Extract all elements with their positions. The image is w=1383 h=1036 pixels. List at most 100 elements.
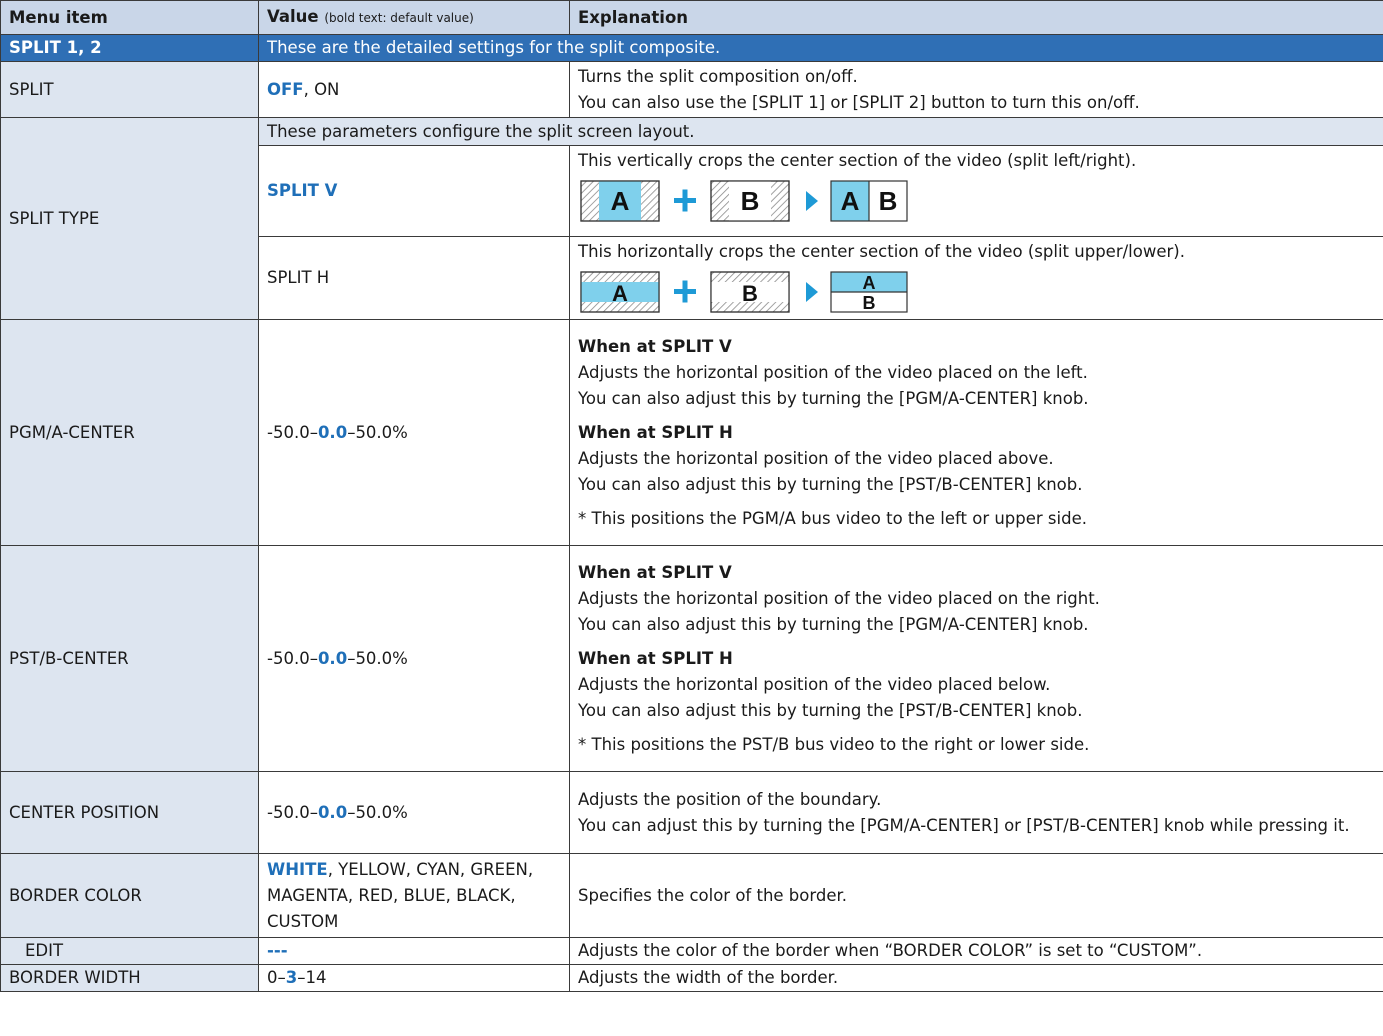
- explanation-split-v: This vertically crops the center section…: [569, 145, 1383, 237]
- default-value: 0.0: [317, 422, 348, 442]
- label-a: A: [611, 186, 630, 216]
- explanation-line: Adjusts the horizontal position of the v…: [578, 362, 1088, 382]
- explanation-line: You can also adjust this by turning the …: [578, 614, 1089, 634]
- value-split: OFF, ON: [258, 61, 570, 118]
- table-row: SPLIT TYPE These parameters configure th…: [0, 117, 1383, 320]
- label-b: B: [879, 186, 898, 216]
- explanation-line: Turns the split composition on/off.: [578, 66, 858, 86]
- explanation-split: Turns the split composition on/off. You …: [569, 61, 1383, 118]
- header-explanation: Explanation: [569, 0, 1383, 35]
- default-value: ---: [267, 941, 288, 960]
- value-center-position: -50.0–0.0–50.0%: [258, 771, 570, 854]
- value-max: –50.0%: [347, 802, 408, 822]
- table-row: CENTER POSITION -50.0–0.0–50.0% Adjusts …: [0, 771, 1383, 854]
- explanation-line: You can also use the [SPLIT 1] or [SPLIT…: [578, 92, 1140, 112]
- split-type-note: These parameters configure the split scr…: [258, 117, 1383, 146]
- explanation-line: You can also adjust this by turning the …: [578, 474, 1083, 494]
- value-min: 0–: [267, 968, 286, 987]
- table-row: EDIT --- Adjusts the color of the border…: [0, 937, 1383, 965]
- value-border-width: 0–3–14: [258, 964, 570, 992]
- settings-table: Menu item Value (bold text: default valu…: [0, 0, 1383, 992]
- value-border-color: WHITE, YELLOW, CYAN, GREEN, MAGENTA, RED…: [258, 853, 570, 938]
- arrow-right-icon: [806, 191, 818, 211]
- explanation-note: * This positions the PGM/A bus video to …: [578, 508, 1087, 528]
- split-v-diagram: A B A B: [580, 180, 1375, 222]
- explanation-border-width: Adjusts the width of the border.: [569, 964, 1383, 992]
- table-row: PST/B-CENTER -50.0–0.0–50.0% When at SPL…: [0, 545, 1383, 772]
- explanation-heading: When at SPLIT H: [578, 648, 733, 668]
- value-min: -50.0–: [267, 422, 318, 442]
- value-pgm-a-center: -50.0–0.0–50.0%: [258, 319, 570, 546]
- value-max: –50.0%: [347, 648, 408, 668]
- section-description: These are the detailed settings for the …: [258, 34, 1383, 62]
- label-b: B: [741, 186, 760, 216]
- label-a: A: [841, 186, 860, 216]
- menu-item-border-width: BORDER WIDTH: [0, 964, 259, 992]
- menu-item-split-type: SPLIT TYPE: [0, 117, 259, 320]
- label-b: B: [742, 281, 758, 306]
- default-value: OFF: [267, 79, 304, 99]
- value-max: –14: [297, 968, 327, 987]
- menu-item-center-position: CENTER POSITION: [0, 771, 259, 854]
- default-value: WHITE: [267, 859, 328, 879]
- value-split-v: SPLIT V: [258, 145, 570, 237]
- label-a: A: [863, 273, 876, 293]
- menu-item-pgm-a-center: PGM/A-CENTER: [0, 319, 259, 546]
- explanation-pgm-a-center: When at SPLIT V Adjusts the horizontal p…: [569, 319, 1383, 546]
- label-a: A: [612, 281, 628, 306]
- section-name: SPLIT 1, 2: [0, 34, 259, 62]
- table-row: BORDER COLOR WHITE, YELLOW, CYAN, GREEN,…: [0, 853, 1383, 938]
- header-value: Value (bold text: default value): [258, 0, 570, 35]
- explanation-line: Adjusts the horizontal position of the v…: [578, 588, 1100, 608]
- default-value: 0.0: [317, 648, 348, 668]
- table-row: BORDER WIDTH 0–3–14 Adjusts the width of…: [0, 964, 1383, 992]
- menu-item-edit: EDIT: [0, 937, 259, 965]
- explanation-line: Adjusts the horizontal position of the v…: [578, 448, 1054, 468]
- value-min: -50.0–: [267, 802, 318, 822]
- explanation-line: You can also adjust this by turning the …: [578, 388, 1089, 408]
- explanation-note: * This positions the PST/B bus video to …: [578, 734, 1090, 754]
- value-split-h: SPLIT H: [258, 236, 570, 320]
- plus-icon: [674, 280, 696, 303]
- plus-icon: [674, 189, 696, 212]
- default-value: SPLIT V: [267, 181, 338, 200]
- explanation-line: Adjusts the position of the boundary.: [578, 789, 882, 809]
- header-value-label: Value: [267, 7, 319, 26]
- explanation-split-h: This horizontally crops the center secti…: [569, 236, 1383, 320]
- explanation-border-color: Specifies the color of the border.: [569, 853, 1383, 938]
- value-max: –50.0%: [347, 422, 408, 442]
- table-row: PGM/A-CENTER -50.0–0.0–50.0% When at SPL…: [0, 319, 1383, 546]
- explanation-line: You can adjust this by turning the [PGM/…: [578, 815, 1350, 835]
- header-menu-item: Menu item: [0, 0, 259, 35]
- value-options: , ON: [303, 79, 340, 99]
- source-a-box: A: [580, 271, 660, 313]
- arrow-right-icon: [806, 282, 818, 302]
- menu-item-border-color: BORDER COLOR: [0, 853, 259, 938]
- label-b: B: [863, 293, 876, 313]
- explanation-heading: When at SPLIT V: [578, 336, 732, 356]
- explanation-edit: Adjusts the color of the border when “BO…: [569, 937, 1383, 965]
- value-pst-b-center: -50.0–0.0–50.0%: [258, 545, 570, 772]
- section-row: SPLIT 1, 2 These are the detailed settin…: [0, 34, 1383, 62]
- explanation-pst-b-center: When at SPLIT V Adjusts the horizontal p…: [569, 545, 1383, 772]
- result-box: A B: [830, 180, 908, 222]
- value-min: -50.0–: [267, 648, 318, 668]
- menu-item-split: SPLIT: [0, 61, 259, 118]
- default-value: 0.0: [317, 802, 348, 822]
- explanation-line: You can also adjust this by turning the …: [578, 700, 1083, 720]
- explanation-heading: When at SPLIT V: [578, 562, 732, 582]
- explanation-heading: When at SPLIT H: [578, 422, 733, 442]
- result-box: A B: [830, 271, 908, 313]
- explanation-line: This vertically crops the center section…: [578, 151, 1137, 170]
- source-b-box: B: [710, 271, 790, 313]
- header-value-note: (bold text: default value): [324, 11, 474, 25]
- value-edit: ---: [258, 937, 570, 965]
- table-row: SPLIT OFF, ON Turns the split compositio…: [0, 61, 1383, 118]
- explanation-line: Adjusts the horizontal position of the v…: [578, 674, 1051, 694]
- source-a-box: A: [580, 180, 660, 222]
- source-b-box: B: [710, 180, 790, 222]
- explanation-line: This horizontally crops the center secti…: [578, 242, 1185, 261]
- default-value: 3: [285, 968, 298, 987]
- menu-item-pst-b-center: PST/B-CENTER: [0, 545, 259, 772]
- table-header: Menu item Value (bold text: default valu…: [0, 0, 1383, 35]
